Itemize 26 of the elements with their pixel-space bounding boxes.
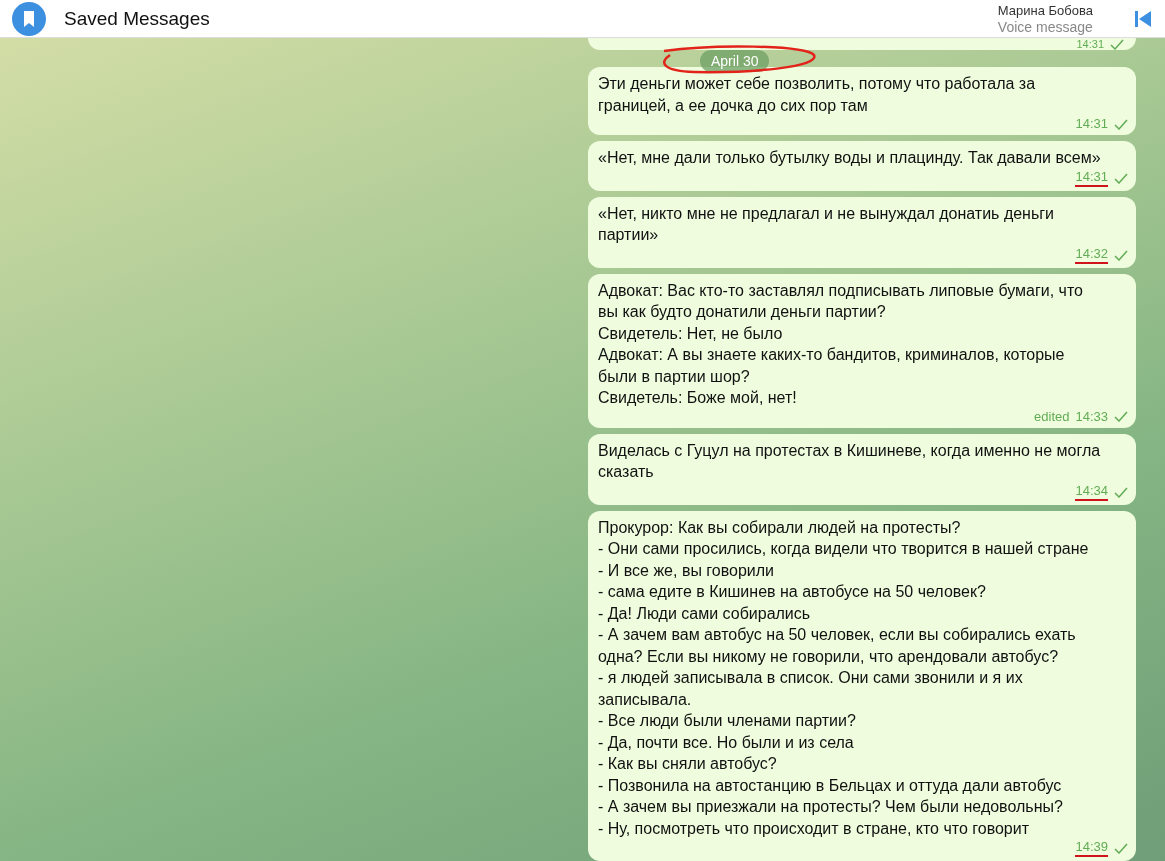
- player-subtitle: Voice message: [997, 18, 1093, 35]
- check-icon: [1114, 843, 1128, 854]
- check-icon: [1114, 486, 1128, 498]
- message-time: 14:31: [1075, 117, 1108, 131]
- message-time: 14:33: [1075, 409, 1108, 424]
- player-sender-name: Марина Бобова: [997, 2, 1093, 19]
- message-time: 14:31: [1076, 38, 1104, 50]
- check-icon: [1114, 411, 1128, 422]
- message-time: 14:34: [1075, 483, 1108, 501]
- check-icon: [1110, 38, 1124, 50]
- message-text: «Нет, мне дали только бутылку воды и плацинду. Так давали всем»: [598, 148, 1102, 168]
- message-time: 14:31: [1075, 169, 1108, 187]
- message-text: Прокурор: Как вы собирали людей на протесты? - Они сами просились, когда видели что творится в нашей стране - И все же, вы говорили - сама едите в Кишинев на автобусе на 50 человек? - Да! Люди сами собирались - А зачем вам автобус на 50 человек, если вы собирались ехать одна? Если вы никому не говорили, что арендовали автобус? - я людей записывала в список. Они сами звонили и я их записывала. - Все люди были членами партии? - Да, почти все. Но были и из села - Как вы сняли автобус? - Позвонила на автостанцию в Бельцах и оттуда дали автобус - А зачем вы приезжали на протесты? Чем были недовольны? - Ну, посмотреть что происходит в стране, кто что говорит: [598, 517, 1090, 839]
- edited-label: edited: [1034, 409, 1070, 424]
- check-icon: [1114, 118, 1128, 130]
- message-text: Виделась с Гуцул на протестах в Кишиневе, когда именно не могла сказать: [598, 440, 1102, 482]
- check-icon: [1114, 249, 1128, 261]
- message-text: Эти деньги может себе позволить, потому что работала за границей, а ее дочка до сих пор там: [598, 74, 1037, 116]
- chat-title: Saved Messages: [64, 7, 211, 30]
- message-text: «Нет, никто мне не предлагал и не вынуждал донатиь деньги партии»: [598, 203, 1056, 245]
- check-icon: [1114, 172, 1128, 184]
- message-time: 14:39: [1075, 840, 1108, 857]
- message-time: 14:32: [1075, 246, 1108, 264]
- skip-back-icon[interactable]: [1135, 9, 1151, 28]
- date-pill: April 30: [700, 50, 770, 72]
- message-text: Адвокат: Вас кто-то заставлял подписывать липовые бумаги, что вы как будто донатили деньги партии? Свидетель: Нет, не было Адвокат: А вы знаете каких-то бандитов, криминалов, которые были в партии шор? Свидетель: Боже мой, нет!: [598, 280, 1084, 408]
